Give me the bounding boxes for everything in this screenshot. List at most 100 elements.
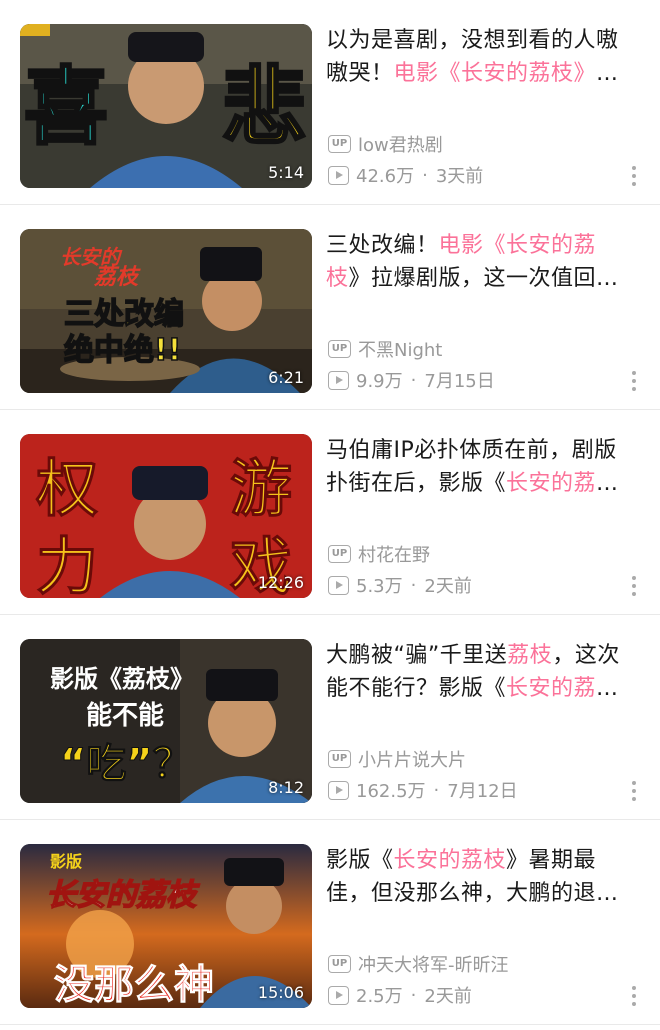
- video-thumbnail[interactable]: 影版 长安的荔枝 没那么神 15:06: [20, 844, 312, 1008]
- video-author-row[interactable]: UP 不黑Night: [328, 336, 442, 362]
- video-thumbnail[interactable]: 喜 悲 5:14: [20, 24, 312, 188]
- thumb-text-left: 喜: [22, 57, 109, 158]
- video-author-row[interactable]: UP 冲天大将军-昕昕汪: [328, 951, 509, 977]
- thumb-text: 长安的荔枝: [45, 877, 197, 914]
- title-line-1: 三处改编！电影《长安的荔: [326, 229, 641, 262]
- more-options-icon[interactable]: [632, 371, 636, 393]
- video-card[interactable]: 权 力 游 戏 12:26 马伯庸IP必扑体质在前，剧版 扑街在后，影版《长安的…: [0, 410, 660, 615]
- video-title[interactable]: 大鹏被“骗”千里送荔枝，这次 能不能行？影版《长安的荔…: [326, 639, 641, 705]
- video-stats-row: 162.5万 · 7月12日: [328, 777, 518, 803]
- title-text: 》暑期最: [506, 848, 597, 873]
- thumb-text: 影版《荔枝》: [50, 665, 194, 693]
- video-duration: 6:21: [268, 368, 304, 387]
- video-title[interactable]: 三处改编！电影《长安的荔 枝》拉爆剧版，这一次值回…: [326, 229, 641, 295]
- video-author-row[interactable]: UP low君热剧: [328, 131, 443, 157]
- up-icon: UP: [328, 955, 351, 973]
- video-card[interactable]: 喜 悲 5:14 以为是喜剧，没想到看的人嗷 嗷哭！电影《长安的荔枝》… UP …: [0, 0, 660, 205]
- title-text: 影版《: [326, 848, 394, 873]
- title-text: ，这次: [552, 643, 620, 668]
- video-date: 7月12日: [447, 781, 518, 802]
- video-date: 2天前: [424, 576, 472, 597]
- thumb-text: 荔枝: [94, 265, 139, 290]
- video-stats-row: 9.9万 · 7月15日: [328, 367, 495, 393]
- thumb-text: 游: [229, 452, 292, 526]
- video-stats-row: 5.3万 · 2天前: [328, 572, 472, 598]
- title-text: 扑街在后，影版《: [326, 471, 507, 496]
- video-thumbnail[interactable]: 权 力 游 戏 12:26: [20, 434, 312, 598]
- title-line-1: 以为是喜剧，没想到看的人嗷: [326, 24, 641, 57]
- title-line-2: 扑街在后，影版《长安的荔…: [326, 467, 641, 500]
- title-text: 能不能行？影版《: [326, 676, 507, 701]
- video-views: 9.9万: [356, 371, 403, 392]
- title-line-1: 影版《长安的荔枝》暑期最: [326, 844, 641, 877]
- more-options-icon[interactable]: [632, 781, 636, 803]
- title-highlight: 长安的荔枝: [393, 848, 507, 873]
- separator: ·: [433, 779, 440, 801]
- video-stats-row: 42.6万 · 3天前: [328, 162, 483, 188]
- up-icon: UP: [328, 340, 351, 358]
- video-stats-row: 2.5万 · 2天前: [328, 982, 472, 1008]
- up-icon: UP: [328, 135, 351, 153]
- video-date: 2天前: [424, 986, 472, 1007]
- play-count-icon: [328, 985, 349, 1005]
- video-author-row[interactable]: UP 村花在野: [328, 541, 430, 567]
- title-text: …: [596, 61, 619, 86]
- up-icon: UP: [328, 750, 351, 768]
- title-line-2: 枝》拉爆剧版，这一次值回…: [326, 262, 641, 295]
- title-text: 》拉爆剧版，这一次值回…: [348, 266, 619, 291]
- more-options-icon[interactable]: [632, 986, 636, 1008]
- title-highlight: 长安的荔: [506, 471, 597, 496]
- thumb-text: 绝中绝!!: [63, 332, 182, 369]
- title-text: …: [596, 676, 619, 701]
- video-card[interactable]: 长安的 荔枝 三处改编 绝中绝!! 6:21 三处改编！电影《长安的荔 枝》拉爆…: [0, 205, 660, 410]
- video-date: 3天前: [435, 166, 484, 187]
- separator: ·: [410, 984, 417, 1006]
- title-highlight: 电影《长安的荔枝》: [393, 61, 597, 86]
- thumb-text-right: 悲: [220, 57, 307, 158]
- more-options-icon[interactable]: [632, 166, 636, 188]
- video-author-row[interactable]: UP 小片片说大片: [328, 746, 466, 772]
- video-views: 2.5万: [356, 986, 403, 1007]
- separator: ·: [410, 574, 417, 596]
- title-text: 以为是喜剧，没想到看的人嗷: [326, 28, 619, 53]
- video-thumbnail[interactable]: 长安的 荔枝 三处改编 绝中绝!! 6:21: [20, 229, 312, 393]
- video-thumbnail[interactable]: 影版《荔枝》 能不能 “吃”？ 8:12: [20, 639, 312, 803]
- video-duration: 8:12: [268, 778, 304, 797]
- video-author: low君热剧: [358, 135, 443, 156]
- thumb-text: 没那么神: [54, 962, 215, 1009]
- play-count-icon: [328, 575, 349, 595]
- separator: ·: [410, 369, 417, 391]
- video-card[interactable]: 影版 长安的荔枝 没那么神 15:06 影版《长安的荔枝》暑期最 佳，但没那么神…: [0, 820, 660, 1025]
- thumb-text: 能不能: [86, 701, 165, 731]
- video-card[interactable]: 影版《荔枝》 能不能 “吃”？ 8:12 大鹏被“骗”千里送荔枝，这次 能不能行…: [0, 615, 660, 820]
- title-text: 三处改编！: [326, 233, 439, 258]
- title-highlight: 荔枝: [507, 643, 553, 668]
- video-title[interactable]: 影版《长安的荔枝》暑期最 佳，但没那么神，大鹏的退…: [326, 844, 641, 910]
- video-title[interactable]: 马伯庸IP必扑体质在前，剧版 扑街在后，影版《长安的荔…: [326, 434, 641, 500]
- thumb-text: 权: [35, 452, 99, 526]
- video-list: 喜 悲 5:14 以为是喜剧，没想到看的人嗷 嗷哭！电影《长安的荔枝》… UP …: [0, 0, 660, 1030]
- title-text: 大鹏被“骗”千里送: [326, 643, 508, 668]
- video-views: 5.3万: [356, 576, 403, 597]
- thumb-text: 影版: [50, 852, 83, 871]
- title-text: 嗷哭！: [326, 61, 394, 86]
- more-options-icon[interactable]: [632, 576, 636, 598]
- video-duration: 15:06: [257, 983, 304, 1002]
- play-count-icon: [328, 165, 349, 185]
- video-author: 村花在野: [358, 545, 430, 566]
- video-duration: 12:26: [257, 573, 304, 592]
- video-views: 42.6万: [356, 166, 415, 187]
- title-line-1: 大鹏被“骗”千里送荔枝，这次: [326, 639, 641, 672]
- video-title[interactable]: 以为是喜剧，没想到看的人嗷 嗷哭！电影《长安的荔枝》…: [326, 24, 641, 90]
- video-views: 162.5万: [356, 781, 426, 802]
- title-line-2: 佳，但没那么神，大鹏的退…: [326, 877, 641, 910]
- video-author: 小片片说大片: [358, 750, 466, 771]
- thumb-text: 力: [35, 530, 99, 599]
- video-author: 不黑Night: [358, 340, 443, 361]
- separator: ·: [422, 164, 428, 186]
- title-line-2: 能不能行？影版《长安的荔…: [326, 672, 641, 705]
- title-line-2: 嗷哭！电影《长安的荔枝》…: [326, 57, 641, 90]
- up-icon: UP: [328, 545, 351, 563]
- play-count-icon: [328, 370, 349, 390]
- title-highlight: 枝: [326, 266, 349, 291]
